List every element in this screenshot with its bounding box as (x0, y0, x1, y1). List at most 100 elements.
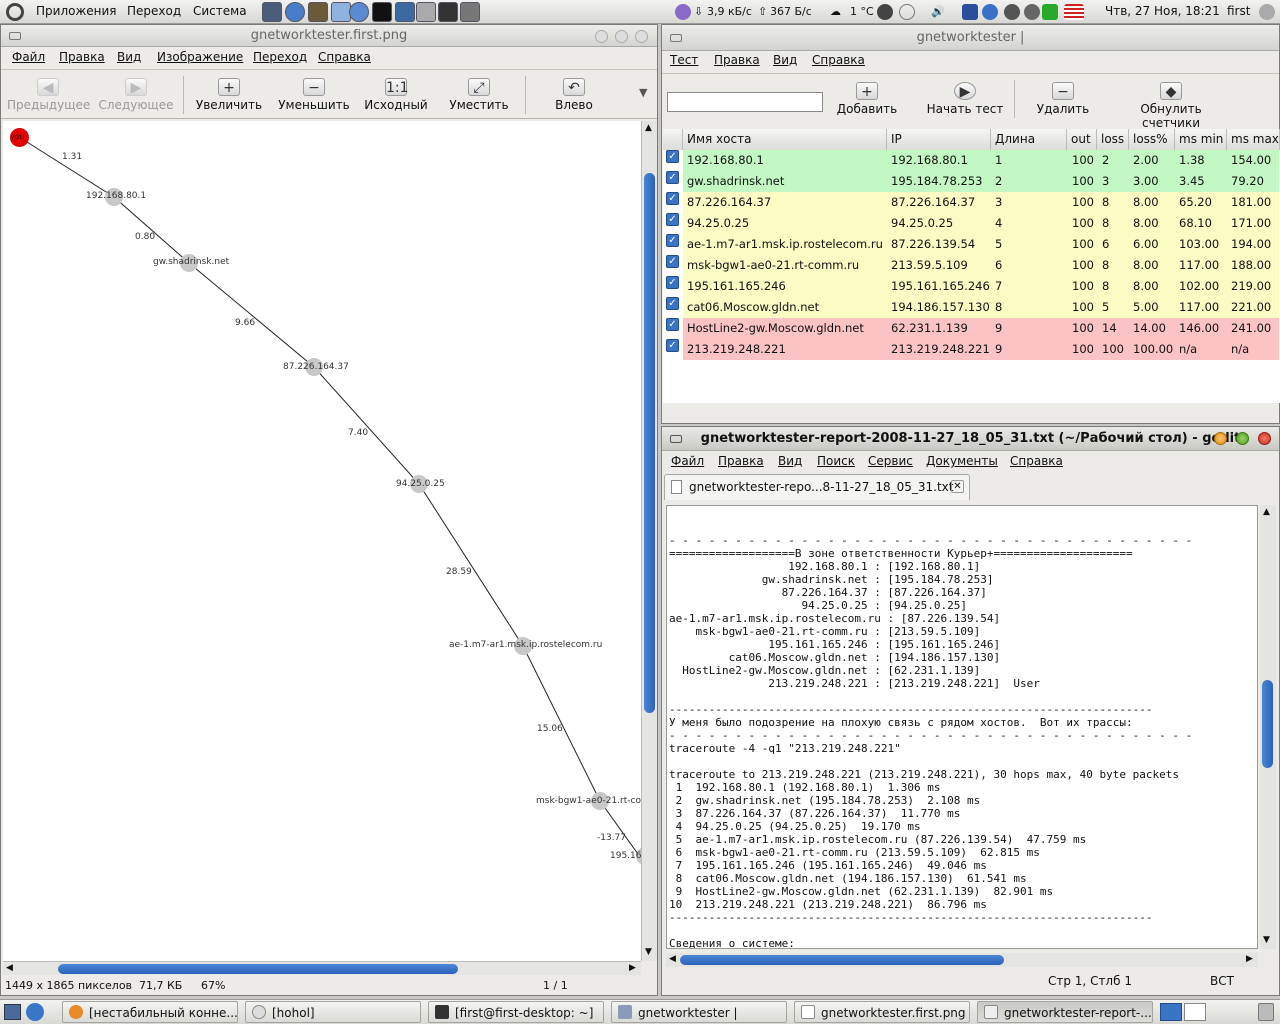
row-checkbox[interactable]: ✓ (666, 150, 679, 163)
crosshair-icon[interactable] (899, 4, 915, 20)
taskbar-item[interactable]: [first@first-desktop: ~] (428, 1001, 604, 1023)
close-button[interactable] (635, 30, 648, 43)
taskbar-item[interactable]: gnetworktester | (611, 1001, 787, 1023)
settings-launcher-icon[interactable] (460, 2, 480, 22)
window-menu-icon[interactable] (9, 32, 21, 40)
console-launcher-icon[interactable] (372, 2, 392, 22)
table-row[interactable]: ✓ 195.161.165.246 195.161.165.246 7 100 8 8.00… (663, 276, 1279, 297)
table-row[interactable]: ✓ HostLine2-gw.Moscow.gldn.net 62.231.1.13… (663, 318, 1279, 339)
window-menu-icon[interactable] (670, 34, 682, 42)
sync-icon[interactable] (1024, 4, 1040, 20)
gnetworktester-titlebar[interactable]: gnetworktester | (662, 25, 1279, 51)
menu-edit[interactable]: Правка (59, 50, 105, 64)
browser-launcher-icon[interactable] (285, 2, 305, 22)
applications-menu[interactable]: Приложения (36, 4, 117, 18)
minimize-button[interactable] (595, 30, 608, 43)
scroll-up-arrow-icon[interactable]: ▲ (645, 123, 652, 133)
zoom-out-button[interactable]: − Уменьшить (275, 78, 353, 112)
row-checkbox[interactable]: ✓ (666, 171, 679, 184)
rotate-left-button[interactable]: ↶ Влево (543, 78, 605, 112)
column-header-loss[interactable]: loss (1097, 129, 1129, 150)
row-checkbox[interactable]: ✓ (666, 318, 679, 331)
scroll-down-arrow-icon[interactable]: ▼ (1263, 935, 1270, 945)
image-viewer-titlebar[interactable]: gnetworktester.first.png (1, 25, 657, 47)
bluetooth-icon[interactable] (962, 4, 978, 20)
taskbar-item[interactable]: gnetworktester-report-... (977, 1001, 1153, 1023)
zoom-original-button[interactable]: 1:1 Исходный (363, 78, 429, 112)
media-launcher-icon[interactable] (308, 2, 328, 22)
gedit-titlebar[interactable]: gnetworktester-report-2008-11-27_18_05_3… (662, 427, 1279, 451)
vertical-scrollbar-thumb[interactable] (644, 173, 655, 713)
search-icon[interactable] (877, 4, 893, 20)
editor-horizontal-scrollbar[interactable]: ◀ ▶ (666, 953, 1258, 967)
table-row[interactable]: ✓ 87.226.164.37 87.226.164.37 3 100 8 8.00 65.2… (663, 192, 1279, 213)
menu-view[interactable]: Вид (778, 454, 802, 468)
column-header-loss-pct[interactable]: loss% (1129, 129, 1175, 150)
column-header-check[interactable] (663, 129, 683, 150)
delete-button[interactable]: − Удалить (1030, 82, 1096, 116)
table-row[interactable]: ✓ cat06.Moscow.gldn.net 194.186.157.130 8 10… (663, 297, 1279, 318)
download-launcher-icon[interactable] (331, 2, 351, 22)
keyboard-layout-flag-icon[interactable] (1064, 4, 1084, 20)
row-checkbox[interactable]: ✓ (666, 192, 679, 205)
document-tab[interactable]: gnetworktester-repo...8-11-27_18_05_31.t… (664, 474, 970, 500)
reset-counters-button[interactable]: ◆ Обнулить счетчики (1112, 82, 1230, 130)
horizontal-scrollbar[interactable]: ◀ ▶ (3, 961, 641, 975)
network-connection-icon[interactable] (1042, 4, 1058, 20)
menu-tools[interactable]: Сервис (868, 454, 913, 468)
zoom-in-button[interactable]: + Увеличить (193, 78, 265, 112)
table-row[interactable]: ✓ 213.219.248.221 213.219.248.221 9 100 100 10… (663, 339, 1279, 360)
window-menu-icon[interactable] (670, 435, 682, 443)
menu-search[interactable]: Поиск (817, 454, 855, 468)
menu-edit[interactable]: Правка (718, 454, 764, 468)
editor-horizontal-thumb[interactable] (680, 955, 1004, 965)
chat-launcher-icon[interactable] (349, 2, 369, 22)
column-header-ms-max[interactable]: ms max (1227, 129, 1280, 150)
browser-icon[interactable] (26, 1003, 44, 1021)
menu-view[interactable]: Вид (773, 53, 797, 67)
scroll-up-arrow-icon[interactable]: ▲ (1263, 507, 1270, 517)
menu-help[interactable]: Справка (318, 50, 371, 64)
scroll-down-arrow-icon[interactable]: ▼ (645, 947, 652, 957)
ubuntu-logo-icon[interactable] (6, 3, 24, 21)
editor-vertical-thumb[interactable] (1262, 680, 1273, 768)
shutdown-icon[interactable] (1259, 4, 1275, 20)
column-header-ms-min[interactable]: ms min (1175, 129, 1227, 150)
minimize-button[interactable] (1214, 432, 1227, 445)
terminal-launcher-icon[interactable] (262, 2, 282, 22)
menu-help[interactable]: Справка (812, 53, 865, 67)
menu-edit[interactable]: Правка (714, 53, 760, 67)
row-checkbox[interactable]: ✓ (666, 339, 679, 352)
table-row[interactable]: ✓ 94.25.0.25 94.25.0.25 4 100 8 8.00 68.10 171.0… (663, 213, 1279, 234)
vertical-scrollbar[interactable]: ▲ ▼ (641, 121, 657, 961)
scroll-left-arrow-icon[interactable]: ◀ (669, 954, 676, 964)
horizontal-scrollbar-thumb[interactable] (58, 964, 458, 974)
workspace-1[interactable] (1160, 1003, 1182, 1021)
maximize-button[interactable] (1236, 432, 1249, 445)
table-row[interactable]: ✓ 192.168.80.1 192.168.80.1 1 100 2 2.00 1.38 15… (663, 150, 1279, 171)
column-header-ip[interactable]: IP (887, 129, 991, 150)
table-row[interactable]: ✓ gw.shadrinsk.net 195.184.78.253 2 100 3 3.00… (663, 171, 1279, 192)
menu-go[interactable]: Переход (253, 50, 307, 64)
trash-icon[interactable] (1258, 1003, 1274, 1021)
screenshot-launcher-icon[interactable] (438, 2, 458, 22)
power-icon[interactable] (1004, 4, 1020, 20)
close-button[interactable] (1258, 432, 1271, 445)
taskbar-item[interactable]: gnetworktester.first.png (794, 1001, 970, 1023)
row-checkbox[interactable]: ✓ (666, 255, 679, 268)
user-name[interactable]: first (1227, 4, 1250, 18)
menu-file[interactable]: Файл (671, 454, 704, 468)
row-checkbox[interactable]: ✓ (666, 234, 679, 247)
editor-vertical-scrollbar[interactable]: ▲ ▼ (1260, 505, 1276, 949)
table-row[interactable]: ✓ ae-1.m7-ar1.msk.ip.rostelecom.ru 87.226.… (663, 234, 1279, 255)
menu-image[interactable]: Изображение (157, 50, 243, 64)
menu-test[interactable]: Тест (670, 53, 698, 67)
start-test-button[interactable]: ▶ Начать тест (924, 82, 1006, 116)
network-monitor-icon[interactable] (675, 4, 691, 20)
menu-file[interactable]: Файл (12, 50, 45, 64)
column-header-out[interactable]: out (1067, 129, 1097, 150)
editor-launcher-icon[interactable] (395, 2, 415, 22)
zoom-fit-button[interactable]: ⤢ Уместить (445, 78, 513, 112)
column-header-path-length[interactable]: Длина пути (991, 129, 1067, 167)
column-header-host[interactable]: Имя хоста (683, 129, 887, 150)
